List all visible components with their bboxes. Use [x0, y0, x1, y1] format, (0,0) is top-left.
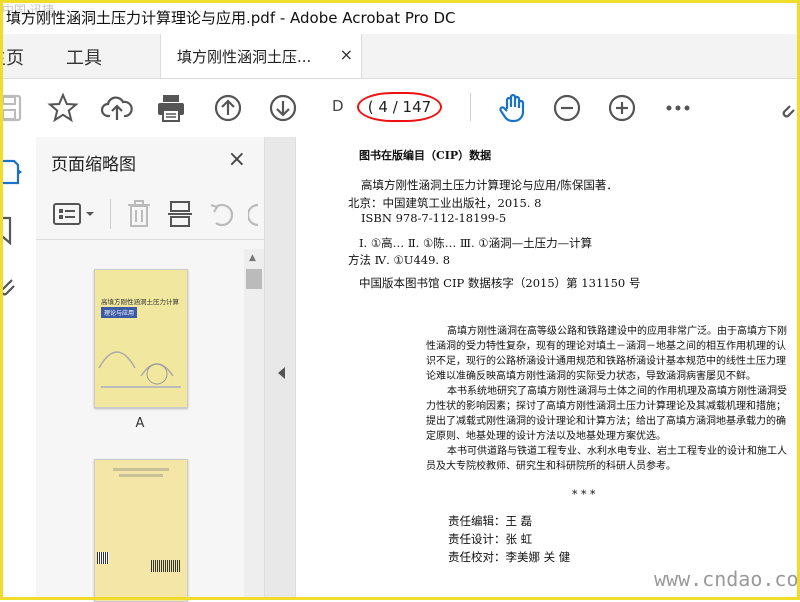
- cip-line: 方法 Ⅳ. ①U449. 8: [348, 253, 451, 267]
- body-text-line: 力性状的影响因素；探讨了高填方刚性涵洞土压力计算理论及其减载机理和措施；: [426, 401, 786, 412]
- rotate-right-icon[interactable]: [246, 199, 264, 233]
- tab-bar: 主页 工具 填方刚性涵洞土压... ×: [0, 34, 800, 79]
- body-text-line: 定原则、地基处理的设计方法以及地基处理方案优选。: [426, 431, 666, 442]
- cip-line: Ⅰ. ①高… Ⅱ. ①陈… Ⅲ. ①涵洞—土压力—计算: [359, 236, 593, 250]
- thumbnails-panel: 页面缩略图 × 高填方刚性涵洞土压力计算 理论与应用 A ▲: [36, 137, 265, 602]
- arrow-up-icon[interactable]: [212, 92, 244, 124]
- left-tool-rail: [0, 137, 37, 600]
- collapse-arrow-icon[interactable]: [278, 367, 285, 379]
- page-thumbnail[interactable]: [94, 459, 188, 602]
- thumbnail-label: A: [135, 416, 145, 431]
- separator-stars: * * *: [572, 488, 596, 501]
- link-icon[interactable]: [780, 92, 800, 124]
- thumbnail-book-title: 高填方刚性涵洞土压力计算: [101, 298, 179, 306]
- star-icon[interactable]: [47, 92, 79, 124]
- delete-icon[interactable]: [126, 199, 152, 233]
- print-icon[interactable]: [155, 92, 187, 124]
- upload-cloud-icon[interactable]: [100, 92, 133, 124]
- cip-line: 北京：中国建筑工业出版社，2015. 8: [348, 196, 542, 210]
- zoom-in-icon[interactable]: [606, 92, 638, 124]
- rotate-left-icon[interactable]: [208, 199, 236, 233]
- page-thumbnail[interactable]: 高填方刚性涵洞土压力计算 理论与应用: [94, 269, 188, 408]
- thumbnail-cover-art: [98, 351, 181, 388]
- thumbnail-text-line: [113, 468, 169, 471]
- barcode-icon: [151, 560, 181, 572]
- bookmark-icon[interactable]: [0, 215, 24, 246]
- scrollbar-thumb[interactable]: [246, 269, 262, 289]
- body-text-line: 识不足，现行的公路桥涵设计通用规范和铁路桥涵设计基本规范中的线性土压力理: [426, 356, 786, 367]
- qr-code-icon: [97, 552, 109, 564]
- toolbar-divider: [110, 199, 111, 229]
- credit-line: 责任校对：李美娜 关 健: [448, 550, 571, 564]
- zoom-out-icon[interactable]: [551, 92, 583, 124]
- document-page: 图书在版编目（CIP）数据 高填方刚性涵洞土压力计算理论与应用/陈保国著． 北京…: [295, 137, 800, 600]
- panel-collapse-gutter[interactable]: [265, 137, 295, 600]
- arrow-down-icon[interactable]: [267, 92, 299, 124]
- title-bar: 中国·迅捷 填方刚性涵洞土压力计算理论与应用.pdf - Adobe Acrob…: [0, 0, 800, 34]
- body-text-line: 本书系统地研究了高填方刚性涵洞与土体之间的作用机理及高填方刚性涵洞受: [447, 386, 787, 397]
- toolbar: D ( 4 / 147: [0, 79, 800, 138]
- cip-line: ISBN 978-7-112-18199-5: [361, 211, 507, 225]
- body-text-line: 高填方刚性涵洞在高等级公路和铁路建设中的应用非常广泛。由于高填方下刚: [447, 326, 787, 337]
- cip-line: 中国版本图书馆 CIP 数据核字（2015）第 131150 号: [359, 276, 641, 290]
- body-text-line: 员及大专院校教师、研究生和科研院所的科研人员参考。: [426, 461, 676, 472]
- thumbnail-book-subtitle: 理论与应用: [101, 307, 138, 318]
- scroll-up-icon[interactable]: ▲: [249, 253, 256, 263]
- watermark: www.cndao.com: [654, 567, 800, 591]
- body-text-line: 本书可供道路与铁道工程专业、水利水电专业、岩土工程专业的设计和施工人: [447, 446, 787, 457]
- tab-home[interactable]: 主页: [0, 44, 24, 70]
- body-text-line: 性涵洞的受力特性复杂，现有的理论对填土－涵洞－地基之间的相互作用机理的认: [426, 341, 786, 352]
- more-icon[interactable]: [662, 92, 694, 124]
- body-text-line: 论难以准确反映高填方刚性涵洞的实际受力状态，导致涵洞病害屡见不鲜。: [426, 371, 756, 382]
- cip-line: 高填方刚性涵洞土压力计算理论与应用/陈保国著．: [361, 178, 618, 192]
- panel-heading: 页面缩略图: [51, 155, 136, 175]
- tab-tools[interactable]: 工具: [66, 44, 102, 70]
- thumbnail-scrollbar[interactable]: ▲: [244, 249, 264, 600]
- thumbnail-toolbar: [36, 189, 264, 240]
- credit-line: 责任设计：张 虹: [448, 532, 533, 546]
- options-menu-icon[interactable]: [52, 201, 98, 231]
- save-icon[interactable]: [0, 92, 26, 124]
- credit-line: 责任编辑：王 磊: [448, 514, 533, 528]
- page-number-input[interactable]: D: [332, 97, 344, 115]
- close-tab-icon[interactable]: ×: [340, 45, 353, 64]
- document-tab-label: 填方刚性涵洞土压...: [177, 48, 312, 66]
- split-page-icon[interactable]: [166, 199, 194, 233]
- cip-heading: 图书在版编目（CIP）数据: [359, 149, 492, 162]
- close-panel-icon[interactable]: ×: [228, 147, 246, 172]
- thumbnail-text-line: [119, 474, 163, 477]
- body-text-line: 提出了减载式刚性涵洞的设计理论和计算方法；给出了高填方涵洞地基承载力的确: [426, 416, 786, 427]
- page-indicator: ( 4 / 147: [357, 92, 442, 122]
- hand-icon[interactable]: [497, 92, 529, 124]
- tab-document[interactable]: 填方刚性涵洞土压... ×: [160, 34, 362, 78]
- window-title: 填方刚性涵洞土压力计算理论与应用.pdf - Adobe Acrobat Pro…: [6, 9, 456, 27]
- toolbar-divider: [470, 93, 471, 121]
- attachment-icon[interactable]: [0, 272, 24, 302]
- page-thumbnails-icon[interactable]: [0, 157, 24, 187]
